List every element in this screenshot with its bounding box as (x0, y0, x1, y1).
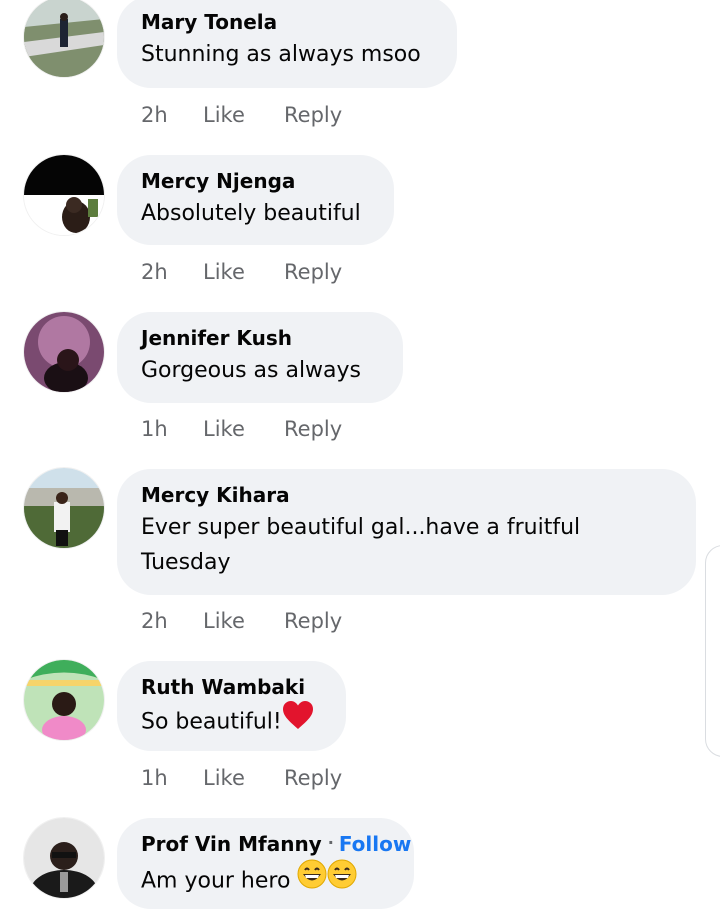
comment-bubble: Mercy Kihara Ever super beautiful gal...… (117, 469, 696, 595)
comment-bubble: Mercy Njenga Absolutely beautiful (117, 155, 394, 245)
comment-text: Absolutely beautiful (141, 201, 361, 226)
reply-button[interactable]: Reply (284, 103, 342, 127)
commenter-name[interactable]: Ruth Wambaki (141, 674, 318, 700)
avatar[interactable] (24, 468, 104, 548)
comment-timestamp[interactable]: 2h (141, 609, 203, 633)
comment-text-line: Ever super beautiful gal...have a fruitf… (141, 515, 581, 540)
comment-text: Gorgeous as always (141, 358, 362, 383)
commenter-name[interactable]: Prof Vin Mfanny (141, 832, 322, 856)
comment-text-content: So beautiful! (141, 709, 282, 735)
comment-text-content: Am your hero (141, 868, 291, 894)
comment-timestamp[interactable]: 2h (141, 103, 203, 127)
comment-actions: 1h Like Reply (141, 417, 342, 441)
comment-text: Stunning as always msoo (141, 42, 421, 67)
comment-timestamp[interactable]: 1h (141, 766, 203, 790)
comment-bubble: Mary Tonela Stunning as always msoo (117, 0, 457, 88)
reply-button[interactable]: Reply (284, 417, 342, 441)
comment-timestamp[interactable]: 1h (141, 417, 203, 441)
like-button[interactable]: Like (203, 260, 284, 284)
comment-text: Ever super beautiful gal...have a fruitf… (141, 510, 668, 580)
commenter-name[interactable]: Mary Tonela (141, 9, 429, 35)
reply-button[interactable]: Reply (284, 609, 342, 633)
avatar[interactable] (24, 312, 104, 392)
avatar[interactable] (24, 660, 104, 740)
commenter-name[interactable]: Mercy Kihara (141, 482, 668, 508)
red-heart-icon (282, 700, 314, 741)
comment-bubble: Ruth Wambaki So beautiful! (117, 661, 346, 751)
comment-text: So beautiful! (141, 700, 318, 743)
like-button[interactable]: Like (203, 417, 284, 441)
comment-bubble: Jennifer Kush Gorgeous as always (117, 312, 403, 403)
like-button[interactable]: Like (203, 766, 284, 790)
comment-bubble: Prof Vin Mfanny · Follow Am your hero (117, 818, 414, 909)
comment-text: Am your hero (141, 859, 386, 902)
avatar[interactable] (24, 0, 104, 77)
commenter-name[interactable]: Mercy Njenga (141, 168, 366, 194)
comment-actions: 2h Like Reply (141, 609, 342, 633)
commenter-name-row: Prof Vin Mfanny · Follow (141, 831, 411, 859)
comment-text-line: Tuesday (141, 550, 231, 575)
separator-dot: · (327, 833, 334, 852)
grinning-face-icon (327, 859, 357, 900)
avatar[interactable] (24, 818, 104, 898)
reply-button[interactable]: Reply (284, 260, 342, 284)
side-card-edge (705, 545, 720, 757)
follow-button[interactable]: Follow (339, 832, 412, 856)
commenter-name[interactable]: Jennifer Kush (141, 325, 375, 351)
like-button[interactable]: Like (203, 103, 284, 127)
comment-timestamp[interactable]: 2h (141, 260, 203, 284)
comment-actions: 1h Like Reply (141, 766, 342, 790)
comment-actions: 2h Like Reply (141, 103, 342, 127)
avatar[interactable] (24, 155, 104, 235)
comment-actions: 2h Like Reply (141, 260, 342, 284)
grinning-face-icon (297, 859, 327, 900)
reply-button[interactable]: Reply (284, 766, 342, 790)
like-button[interactable]: Like (203, 609, 284, 633)
